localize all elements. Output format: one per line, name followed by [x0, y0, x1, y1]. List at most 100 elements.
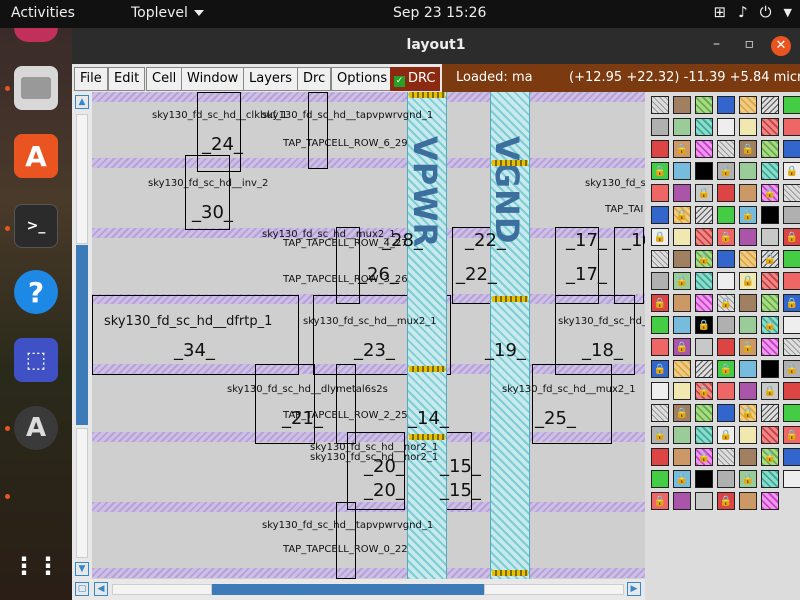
layer-swatch[interactable] — [651, 96, 669, 114]
layer-swatch-locked[interactable]: 🔒 — [761, 250, 779, 268]
layer-swatch[interactable] — [673, 184, 691, 202]
layer-swatch[interactable] — [695, 272, 713, 290]
menu-layers[interactable]: Layers — [243, 67, 299, 91]
scroll-right-icon[interactable]: ▶ — [627, 582, 641, 596]
layer-swatch[interactable] — [739, 492, 757, 510]
layer-swatch-locked[interactable]: 🔒 — [673, 272, 691, 290]
layer-swatch[interactable] — [761, 162, 779, 180]
layer-swatch[interactable] — [717, 404, 735, 422]
layer-swatch[interactable] — [717, 140, 735, 158]
layer-swatch[interactable] — [695, 228, 713, 246]
layer-swatch-locked[interactable]: 🔒 — [739, 470, 757, 488]
layer-swatch[interactable] — [717, 96, 735, 114]
layer-swatch[interactable] — [695, 492, 713, 510]
layer-swatch[interactable] — [673, 118, 691, 136]
layer-swatch[interactable] — [783, 184, 800, 202]
layer-swatch-locked[interactable]: 🔒 — [673, 338, 691, 356]
maximize-icon[interactable]: ▫ — [745, 36, 755, 52]
layer-swatch[interactable] — [651, 272, 669, 290]
layer-swatch-locked[interactable]: 🔒 — [695, 382, 713, 400]
layer-swatch[interactable] — [761, 206, 779, 224]
close-icon[interactable]: ✕ — [771, 36, 791, 56]
show-apps-icon[interactable]: ⋮⋮ — [12, 544, 60, 588]
layer-swatch[interactable] — [673, 426, 691, 444]
layer-swatch[interactable] — [739, 294, 757, 312]
cell-box[interactable] — [308, 92, 328, 169]
layer-swatch[interactable] — [739, 360, 757, 378]
layer-swatch[interactable] — [673, 96, 691, 114]
layer-swatch-locked[interactable]: 🔒 — [695, 250, 713, 268]
menu-edit[interactable]: Edit — [108, 67, 146, 91]
layer-swatch[interactable] — [761, 96, 779, 114]
cell-box[interactable] — [92, 295, 299, 375]
menu-window[interactable]: Window — [181, 67, 245, 91]
layer-swatch-locked[interactable]: 🔒 — [673, 470, 691, 488]
cell-box[interactable] — [532, 364, 612, 444]
files-icon[interactable] — [14, 66, 58, 110]
layer-swatch[interactable] — [739, 316, 757, 334]
layer-swatch[interactable] — [717, 250, 735, 268]
layer-swatch[interactable] — [783, 250, 800, 268]
layer-swatch[interactable] — [651, 206, 669, 224]
layer-swatch-locked[interactable]: 🔒 — [717, 228, 735, 246]
scroll-thumb[interactable] — [76, 245, 88, 425]
layer-swatch[interactable] — [673, 448, 691, 466]
layer-swatch[interactable] — [651, 250, 669, 268]
layer-swatch-locked[interactable]: 🔒 — [783, 162, 800, 180]
layer-swatch[interactable] — [783, 316, 800, 334]
minimize-icon[interactable]: – — [713, 36, 720, 52]
layer-swatch-locked[interactable]: 🔒 — [651, 360, 669, 378]
layer-swatch-locked[interactable]: 🔒 — [651, 294, 669, 312]
app-icon-top[interactable] — [14, 28, 58, 42]
layer-swatch[interactable] — [739, 228, 757, 246]
layer-swatch[interactable] — [651, 316, 669, 334]
layer-swatch[interactable] — [761, 338, 779, 356]
layer-swatch-locked[interactable]: 🔒 — [739, 338, 757, 356]
layer-swatch[interactable] — [673, 492, 691, 510]
activities-button[interactable]: Activities — [11, 5, 75, 21]
layer-swatch[interactable] — [673, 228, 691, 246]
layer-swatch[interactable] — [739, 118, 757, 136]
layer-swatch[interactable] — [717, 316, 735, 334]
layer-swatch-locked[interactable]: 🔒 — [673, 206, 691, 224]
layer-swatch[interactable] — [783, 448, 800, 466]
layer-swatch[interactable] — [739, 382, 757, 400]
layer-swatch[interactable] — [717, 338, 735, 356]
layer-swatch[interactable] — [673, 250, 691, 268]
layer-swatch-locked[interactable]: 🔒 — [761, 382, 779, 400]
layer-swatch-locked[interactable]: 🔒 — [717, 492, 735, 510]
layer-swatch[interactable] — [761, 272, 779, 290]
layer-swatch[interactable] — [651, 404, 669, 422]
scroll-thumb[interactable] — [212, 584, 484, 595]
layer-swatch-locked[interactable]: 🔒 — [739, 206, 757, 224]
app-menu[interactable]: Toplevel — [131, 5, 204, 21]
layer-swatch[interactable] — [673, 294, 691, 312]
layer-swatch[interactable] — [695, 118, 713, 136]
layer-swatch-locked[interactable]: 🔒 — [783, 360, 800, 378]
layer-swatch[interactable] — [695, 338, 713, 356]
layer-swatch-locked[interactable]: 🔒 — [783, 426, 800, 444]
layer-swatch[interactable] — [783, 272, 800, 290]
layer-swatch[interactable] — [651, 184, 669, 202]
layer-swatch[interactable] — [783, 404, 800, 422]
layer-swatch[interactable] — [651, 338, 669, 356]
layer-swatch[interactable] — [695, 360, 713, 378]
layout-canvas[interactable]: VPWR VGND sky130_fd_sc_hd__clkbuf_1 sky1… — [92, 92, 645, 579]
layer-swatch[interactable] — [739, 448, 757, 466]
layer-swatch-locked[interactable]: 🔒 — [695, 316, 713, 334]
cell-box[interactable] — [555, 295, 635, 375]
layer-swatch[interactable] — [717, 184, 735, 202]
layer-swatch-locked[interactable]: 🔒 — [651, 492, 669, 510]
layer-swatch-locked[interactable]: 🔒 — [673, 404, 691, 422]
vertical-scrollbar[interactable]: ▲ ▼ — [72, 92, 92, 579]
layer-swatch[interactable] — [783, 140, 800, 158]
layer-swatch[interactable] — [761, 360, 779, 378]
layer-swatch[interactable] — [651, 118, 669, 136]
layer-swatch[interactable] — [673, 316, 691, 334]
layer-swatch-locked[interactable]: 🔒 — [761, 184, 779, 202]
layer-swatch[interactable] — [651, 470, 669, 488]
layer-swatch[interactable] — [783, 338, 800, 356]
layer-swatch-locked[interactable]: 🔒 — [717, 162, 735, 180]
screenshot-icon[interactable]: ⬚ — [14, 338, 58, 382]
layer-swatch[interactable] — [717, 382, 735, 400]
